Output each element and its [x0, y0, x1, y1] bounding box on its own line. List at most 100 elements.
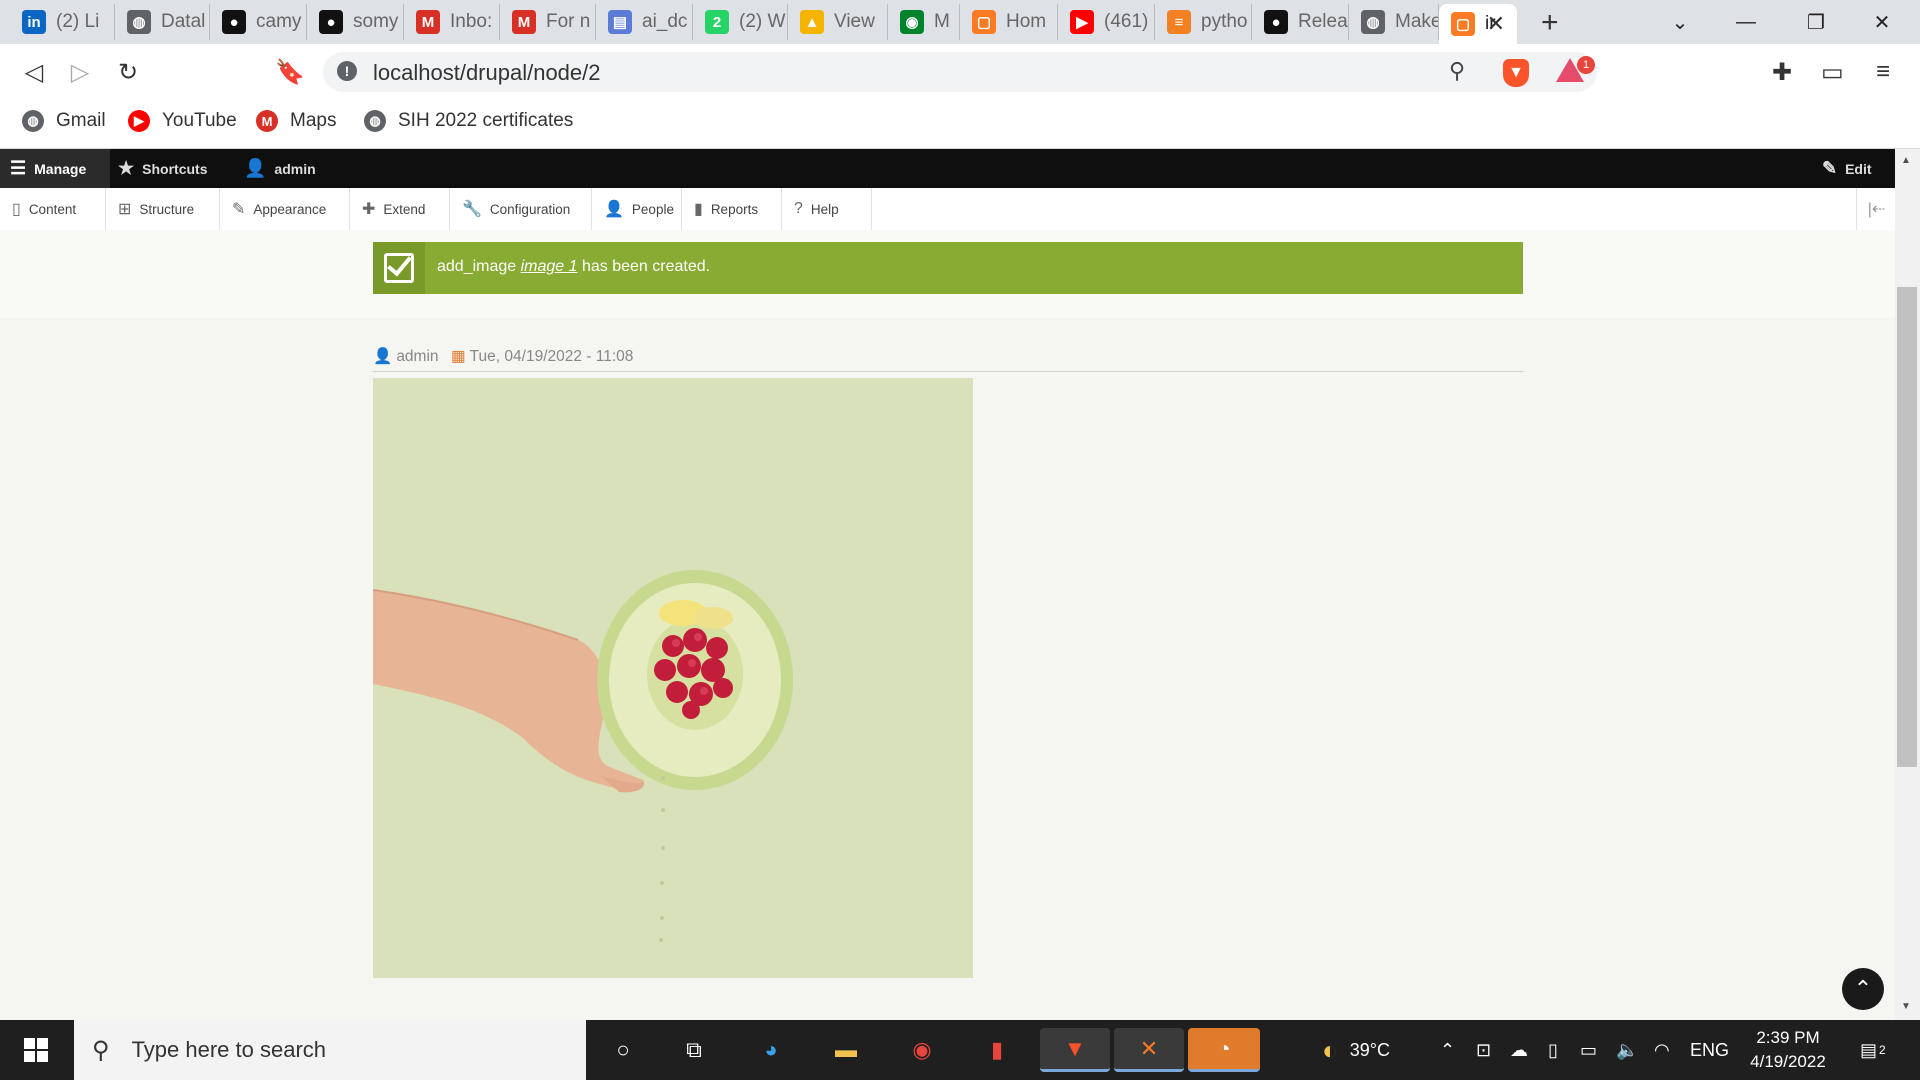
tab-6[interactable]: ▤ ai_dc — [596, 4, 693, 40]
tab-label: (2) Li — [56, 11, 100, 32]
taskbar-clock[interactable]: 2:39 PM 4/19/2022 — [1740, 1026, 1836, 1074]
gmail-icon: M — [512, 10, 536, 34]
extensions-icon[interactable]: ✚ — [1772, 58, 1792, 87]
address-bar[interactable]: ! localhost/drupal/node/2 ⚲ — [323, 52, 1597, 92]
tab-15[interactable]: ▢ ir ✕ — [1439, 4, 1517, 44]
tab-label: (461) — [1104, 11, 1149, 32]
tab-9[interactable]: ◉ M — [888, 4, 960, 40]
tab-search-icon[interactable]: ⌄ — [1650, 0, 1710, 44]
bookmark-2[interactable]: M Maps — [256, 110, 336, 132]
new-tab-button[interactable]: + — [1541, 6, 1559, 40]
globe-icon: ◍ — [1361, 10, 1385, 34]
bookmark-label: Gmail — [56, 110, 106, 131]
volume-icon[interactable]: 🔈 — [1616, 1020, 1638, 1080]
edit-tab[interactable]: ✎ Edit — [1822, 149, 1872, 188]
tab-4[interactable]: M Inbo: — [404, 4, 500, 40]
forward-icon[interactable]: ▷ — [62, 54, 98, 90]
tab-7[interactable]: 2 (2) W — [693, 4, 788, 40]
restore-button[interactable]: ❐ — [1786, 0, 1846, 44]
tab-1[interactable]: ◍ Datal — [115, 4, 210, 40]
menu-icon[interactable]: ≡ — [1876, 58, 1890, 86]
app-taskbar-icon[interactable]: ◔ — [1188, 1028, 1260, 1072]
manage-tab[interactable]: ☰ Manage — [0, 149, 110, 188]
tab-10[interactable]: ▢ Hom — [960, 4, 1058, 40]
tab-14[interactable]: ◍ Make — [1349, 4, 1439, 40]
drupal-admin-toolbar: ☰ Manage ★ Shortcuts 👤 admin ✎ Edit — [0, 149, 1895, 188]
tab-label: Relea — [1298, 11, 1348, 32]
usb-icon[interactable]: ▯ — [1548, 1020, 1558, 1080]
clock-date: 4/19/2022 — [1750, 1052, 1826, 1071]
minimize-button[interactable]: — — [1716, 0, 1776, 44]
tray-item-extend[interactable]: ✚ Extend — [350, 188, 450, 230]
notification-count: 2 — [1879, 1043, 1886, 1057]
xampp-taskbar-icon[interactable]: ✕ — [1114, 1028, 1184, 1072]
search-icon: ⚲ — [92, 1036, 110, 1064]
tab-0[interactable]: in (2) Li — [10, 4, 115, 40]
taskbar-search-box[interactable]: ⚲ Type here to search — [74, 1020, 586, 1080]
tab-12[interactable]: ≡ pytho — [1155, 4, 1252, 40]
tab-2[interactable]: ● camy — [210, 4, 307, 40]
task-view-icon[interactable]: ⧉ — [672, 1028, 716, 1072]
scroll-up-icon[interactable]: ▲ — [1901, 155, 1911, 166]
back-to-top-button[interactable]: ⌃ — [1842, 968, 1884, 1010]
show-hidden-icons-icon[interactable]: ⌃ — [1440, 1020, 1455, 1080]
start-button[interactable] — [0, 1020, 72, 1080]
scrollbar-thumb[interactable] — [1897, 287, 1917, 767]
shortcuts-tab[interactable]: ★ Shortcuts — [118, 149, 207, 188]
reload-icon[interactable]: ↻ — [110, 54, 146, 90]
tab-13[interactable]: ● Relea — [1252, 4, 1349, 40]
tray-item-structure[interactable]: ⊞ Structure — [106, 188, 220, 230]
bookmark-0[interactable]: ◍ Gmail — [22, 110, 106, 132]
meet-now-icon[interactable]: ⊡ — [1476, 1020, 1491, 1080]
office-icon[interactable]: ▮ — [975, 1028, 1019, 1072]
tab-label: somy — [353, 11, 399, 32]
github-icon: ● — [1264, 10, 1288, 34]
status-message: add_image image 1 has been created. — [373, 242, 1523, 294]
bookmark-3[interactable]: ◍ SIH 2022 certificates — [364, 110, 573, 132]
site-info-icon[interactable]: ! — [337, 61, 357, 81]
tab-3[interactable]: ● somy — [307, 4, 404, 40]
brave-shields-icon[interactable]: ▼ — [1503, 59, 1529, 87]
tray-item-reports[interactable]: ▮ Reports — [682, 188, 782, 230]
user-tab[interactable]: 👤 admin — [244, 149, 316, 188]
battery-icon[interactable]: ▭ — [1580, 1020, 1597, 1080]
checkmark-icon — [373, 242, 425, 294]
wifi-icon[interactable]: ◠ — [1654, 1020, 1670, 1080]
onedrive-icon[interactable]: ☁ — [1510, 1020, 1528, 1080]
file-explorer-icon[interactable]: ▬ — [824, 1028, 868, 1072]
notifications-icon[interactable]: ▤ 2 — [1860, 1020, 1886, 1080]
edge-icon[interactable]: ◕ — [749, 1028, 793, 1072]
globe-icon: ◍ — [22, 110, 44, 132]
tray-item-appearance[interactable]: ✎ Appearance — [220, 188, 350, 230]
tray-item-content[interactable]: ▯ Content — [0, 188, 106, 230]
bookmark-icon[interactable]: 🔖 — [272, 54, 308, 90]
node-author[interactable]: 👤 admin — [373, 347, 439, 366]
close-tab-icon[interactable]: ✕ — [1487, 11, 1505, 37]
close-window-button[interactable]: ✕ — [1852, 0, 1912, 44]
chrome-icon[interactable]: ◉ — [900, 1028, 944, 1072]
tray-orientation-toggle[interactable]: |⇠ — [1856, 188, 1896, 230]
tab-label: Inbo: — [450, 11, 493, 32]
wallet-icon[interactable]: ▭ — [1821, 58, 1844, 87]
tray-item-configuration[interactable]: 🔧 Configuration — [450, 188, 592, 230]
language-indicator[interactable]: ENG — [1690, 1020, 1729, 1080]
url-text[interactable]: localhost/drupal/node/2 — [373, 60, 601, 86]
back-icon[interactable]: ◁ — [16, 54, 52, 90]
tab-8[interactable]: ▲ View — [788, 4, 888, 40]
tray-item-people[interactable]: 👤 People — [592, 188, 682, 230]
bookmarks-bar: ◍ Gmail ▶ YouTube M Maps ◍ SIH 2022 certificate… — [0, 100, 1920, 149]
tab-11[interactable]: ▶ (461) — [1058, 4, 1155, 40]
tray-item-help[interactable]: ? Help — [782, 188, 872, 230]
bookmark-1[interactable]: ▶ YouTube — [128, 110, 237, 132]
tray-item-label: Content — [28, 201, 77, 217]
cortana-icon[interactable]: ○ — [601, 1028, 645, 1072]
page-scrollbar[interactable]: ▲ ▼ — [1895, 149, 1920, 1020]
tray-item-label: People — [631, 201, 674, 217]
tab-5[interactable]: M For n — [500, 4, 596, 40]
weather-widget[interactable]: ◐ 39°C — [1322, 1020, 1390, 1080]
created-node-link[interactable]: image 1 — [521, 258, 578, 275]
brave-taskbar-icon[interactable]: ▼ — [1040, 1028, 1110, 1072]
zoom-icon[interactable]: ⚲ — [1449, 58, 1465, 84]
scroll-down-icon[interactable]: ▼ — [1901, 1001, 1911, 1012]
browser-toolbar: ◁ ▷ ↻ 🔖 ! localhost/drupal/node/2 ⚲ — [0, 44, 1920, 100]
